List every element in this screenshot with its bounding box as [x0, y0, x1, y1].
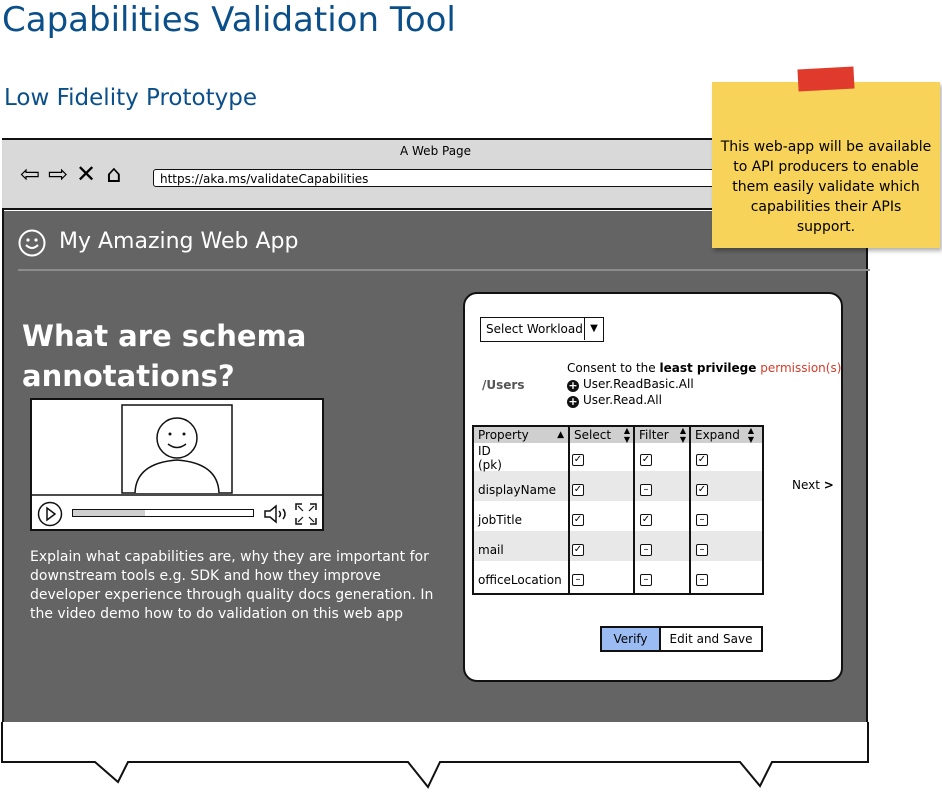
- unchecked-checkbox[interactable]: –: [696, 544, 708, 556]
- unchecked-checkbox[interactable]: –: [572, 574, 584, 586]
- column-header-expand[interactable]: Expand ▲ ▼: [691, 426, 762, 444]
- column-divider: [633, 427, 635, 593]
- volume-icon[interactable]: [262, 503, 290, 525]
- column-header-label: Expand: [695, 428, 740, 442]
- verify-button[interactable]: Verify: [602, 628, 661, 650]
- add-icon: +: [567, 379, 579, 392]
- checked-checkbox[interactable]: ✓: [572, 514, 584, 526]
- play-icon[interactable]: [37, 501, 63, 527]
- stop-icon[interactable]: ✕: [72, 162, 100, 186]
- document-title: Capabilities Validation Tool: [2, 0, 456, 40]
- unchecked-checkbox[interactable]: –: [640, 544, 652, 556]
- checked-checkbox[interactable]: ✓: [696, 484, 708, 496]
- column-divider: [568, 427, 570, 593]
- column-header-label: Select: [574, 428, 612, 442]
- consent-bold: least privilege: [659, 361, 757, 375]
- checked-checkbox[interactable]: ✓: [640, 514, 652, 526]
- sort-icon: ▲ ▼: [679, 426, 686, 444]
- property-name: ID (pk): [478, 444, 502, 472]
- hero-title: What are schema annotations?: [22, 319, 307, 393]
- torn-page-edge: [1, 722, 869, 789]
- column-header-label: Property: [478, 428, 529, 442]
- column-divider: [689, 427, 691, 593]
- forward-icon[interactable]: ⇨: [44, 162, 72, 186]
- video-player[interactable]: [30, 398, 324, 531]
- action-button-group: Verify Edit and Save: [600, 626, 763, 652]
- permissions-link[interactable]: permission(s): [760, 361, 841, 375]
- back-icon[interactable]: ⇦: [16, 162, 44, 186]
- smiley-icon: [18, 229, 46, 257]
- permission-label: User.ReadBasic.All: [583, 377, 694, 391]
- workload-dropdown-label: Select Workload: [486, 322, 583, 336]
- home-icon[interactable]: ⌂: [100, 162, 128, 186]
- column-header-filter[interactable]: Filter ▲ ▼: [635, 426, 689, 444]
- unchecked-checkbox[interactable]: –: [640, 484, 652, 496]
- sort-icon: ▲ ▼: [747, 426, 754, 444]
- video-progress-fill: [73, 510, 145, 516]
- chevron-down-icon: ▼: [584, 318, 603, 340]
- properties-grid: Property ▲ Select ▲ ▼ Filter ▲ ▼ Expand ▲ ▼ ID …: [472, 425, 764, 595]
- checked-checkbox[interactable]: ✓: [640, 454, 652, 466]
- browser-nav: ⇦ ⇨ ✕ ⌂: [16, 162, 128, 188]
- sticky-note-text: This web-app will be available to API pr…: [720, 139, 932, 235]
- browser-page-title: A Web Page: [400, 144, 472, 158]
- permission-item[interactable]: + User.ReadBasic.All: [567, 377, 694, 392]
- column-header-property[interactable]: Property ▲: [474, 427, 568, 443]
- sort-icon: ▲ ▼: [623, 426, 630, 444]
- checked-checkbox[interactable]: ✓: [572, 454, 584, 466]
- property-name: displayName: [478, 483, 557, 497]
- endpoint-label: /Users: [482, 378, 525, 392]
- permission-label: User.Read.All: [583, 393, 662, 407]
- video-progress-bar[interactable]: [72, 509, 254, 517]
- column-header-label: Filter: [639, 428, 669, 442]
- column-header-select[interactable]: Select ▲ ▼: [570, 426, 633, 444]
- consent-text: Consent to the least privilege permissio…: [567, 361, 841, 375]
- edit-and-save-button[interactable]: Edit and Save: [661, 628, 761, 650]
- app-name: My Amazing Web App: [59, 229, 299, 254]
- capabilities-description: Explain what capabilities are, why they …: [30, 549, 434, 622]
- property-name: mail: [478, 543, 504, 557]
- checked-checkbox[interactable]: ✓: [696, 454, 708, 466]
- unchecked-checkbox[interactable]: –: [696, 514, 708, 526]
- property-name: officeLocation: [478, 573, 562, 587]
- fullscreen-icon[interactable]: [294, 502, 318, 526]
- consent-prefix: Consent to the: [567, 361, 660, 375]
- next-label: Next: [792, 478, 820, 492]
- workload-dropdown[interactable]: Select Workload ▼: [480, 317, 604, 342]
- chevron-right-icon: >: [823, 478, 834, 492]
- unchecked-checkbox[interactable]: –: [696, 574, 708, 586]
- add-icon: +: [567, 395, 579, 408]
- row-band: [474, 531, 762, 561]
- unchecked-checkbox[interactable]: –: [640, 574, 652, 586]
- checked-checkbox[interactable]: ✓: [572, 484, 584, 496]
- document-subtitle: Low Fidelity Prototype: [4, 85, 257, 111]
- next-button[interactable]: Next >: [792, 478, 834, 492]
- sort-ascending-icon: ▲: [557, 430, 564, 440]
- sticky-note-tape: [797, 66, 855, 92]
- property-name: jobTitle: [478, 513, 523, 527]
- checked-checkbox[interactable]: ✓: [572, 544, 584, 556]
- header-divider: [18, 269, 870, 271]
- permission-item[interactable]: + User.Read.All: [567, 393, 662, 408]
